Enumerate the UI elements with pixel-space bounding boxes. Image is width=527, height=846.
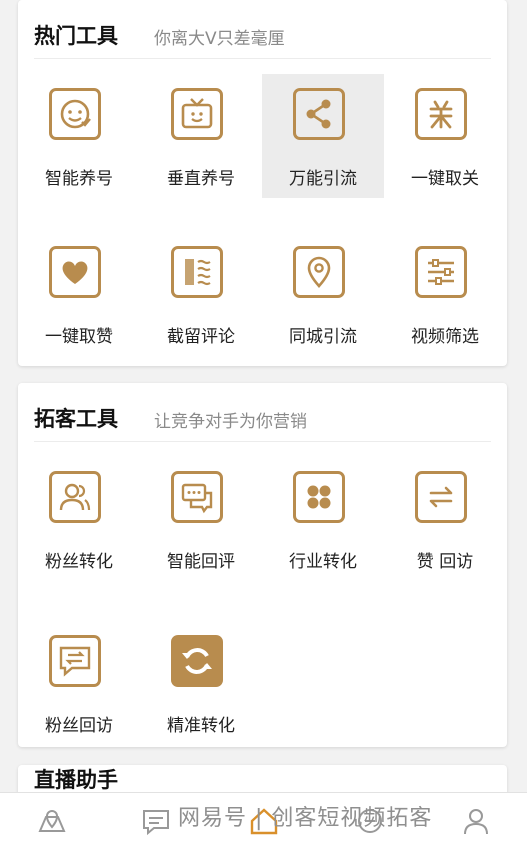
tool-fan-revisit[interactable]: 粉丝回访 (18, 621, 140, 745)
swap-arrows-icon (415, 471, 467, 523)
comment-intercept-icon (171, 246, 223, 298)
tool-video-filter[interactable]: 视频筛选 (384, 232, 506, 356)
location-pin-icon (293, 246, 345, 298)
user-icon[interactable] (456, 801, 496, 841)
tool-precise-conversion[interactable]: 精准转化 (140, 621, 262, 745)
tool-smart-reply[interactable]: 智能回评 (140, 457, 262, 581)
message-icon[interactable] (136, 801, 176, 841)
tool-like-revisit[interactable]: 赞 回访 (384, 457, 506, 581)
tool-intercept-comments[interactable]: 截留评论 (140, 232, 262, 356)
refresh-icon (171, 635, 223, 687)
watermark: 网易号 | 创客短视频拓客 (178, 806, 433, 831)
hot-tools-subtitle: 你离大V只差毫厘 (154, 29, 285, 49)
hot-tools-title: 热门工具 (34, 24, 118, 48)
filter-sliders-icon (415, 246, 467, 298)
smile-face-icon (49, 88, 101, 140)
tool-label: 视频筛选 (411, 327, 479, 347)
tool-smart-nurture[interactable]: 智能养号 (18, 74, 140, 198)
tv-icon (171, 88, 223, 140)
tool-label: 垂直养号 (167, 169, 235, 189)
hot-tools-header: 热门工具 你离大V只差毫厘 (34, 20, 491, 50)
tool-label: 一键取赞 (45, 327, 113, 347)
tool-label: 粉丝转化 (45, 552, 113, 572)
tool-universal-traffic[interactable]: 万能引流 (262, 74, 384, 198)
acquire-tools-title: 拓客工具 (34, 407, 118, 431)
tool-local-traffic[interactable]: 同城引流 (262, 232, 384, 356)
hot-tools-card: 热门工具 你离大V只差毫厘 智能养号 垂直养号 万能引流 一键取关 一键取赞 截… (18, 0, 507, 366)
grid-icon (293, 471, 345, 523)
live-assistant-title: 直播助手 (34, 768, 118, 792)
users-icon (49, 471, 101, 523)
tool-label: 智能回评 (167, 552, 235, 572)
tool-one-click-unlike[interactable]: 一键取赞 (18, 232, 140, 356)
unfollow-icon (415, 88, 467, 140)
tool-one-click-unfollow[interactable]: 一键取关 (384, 74, 506, 198)
tool-label: 智能养号 (45, 169, 113, 189)
share-icon (293, 88, 345, 140)
tool-vertical-nurture[interactable]: 垂直养号 (140, 74, 262, 198)
tool-label: 同城引流 (289, 327, 357, 347)
chat-bubbles-icon (171, 471, 223, 523)
divider (34, 441, 491, 442)
tool-label: 一键取关 (411, 169, 479, 189)
divider (34, 58, 491, 59)
tool-label: 粉丝回访 (45, 716, 113, 736)
tool-label: 赞 回访 (416, 552, 474, 572)
acquire-tools-subtitle: 让竞争对手为你营销 (154, 412, 307, 432)
acquire-tools-header: 拓客工具 让竞争对手为你营销 (34, 403, 491, 433)
acquire-tools-card: 拓客工具 让竞争对手为你营销 粉丝转化 智能回评 行业转化 赞 回访 粉丝回访 (18, 383, 507, 747)
tool-label: 行业转化 (289, 552, 357, 572)
tool-industry-conversion[interactable]: 行业转化 (262, 457, 384, 581)
tool-fan-conversion[interactable]: 粉丝转化 (18, 457, 140, 581)
message-swap-icon (49, 635, 101, 687)
tool-label: 精准转化 (167, 716, 235, 736)
tool-label: 截留评论 (167, 327, 235, 347)
heart-icon (49, 246, 101, 298)
tool-label: 万能引流 (289, 169, 357, 189)
map-pin-icon[interactable] (32, 801, 72, 841)
